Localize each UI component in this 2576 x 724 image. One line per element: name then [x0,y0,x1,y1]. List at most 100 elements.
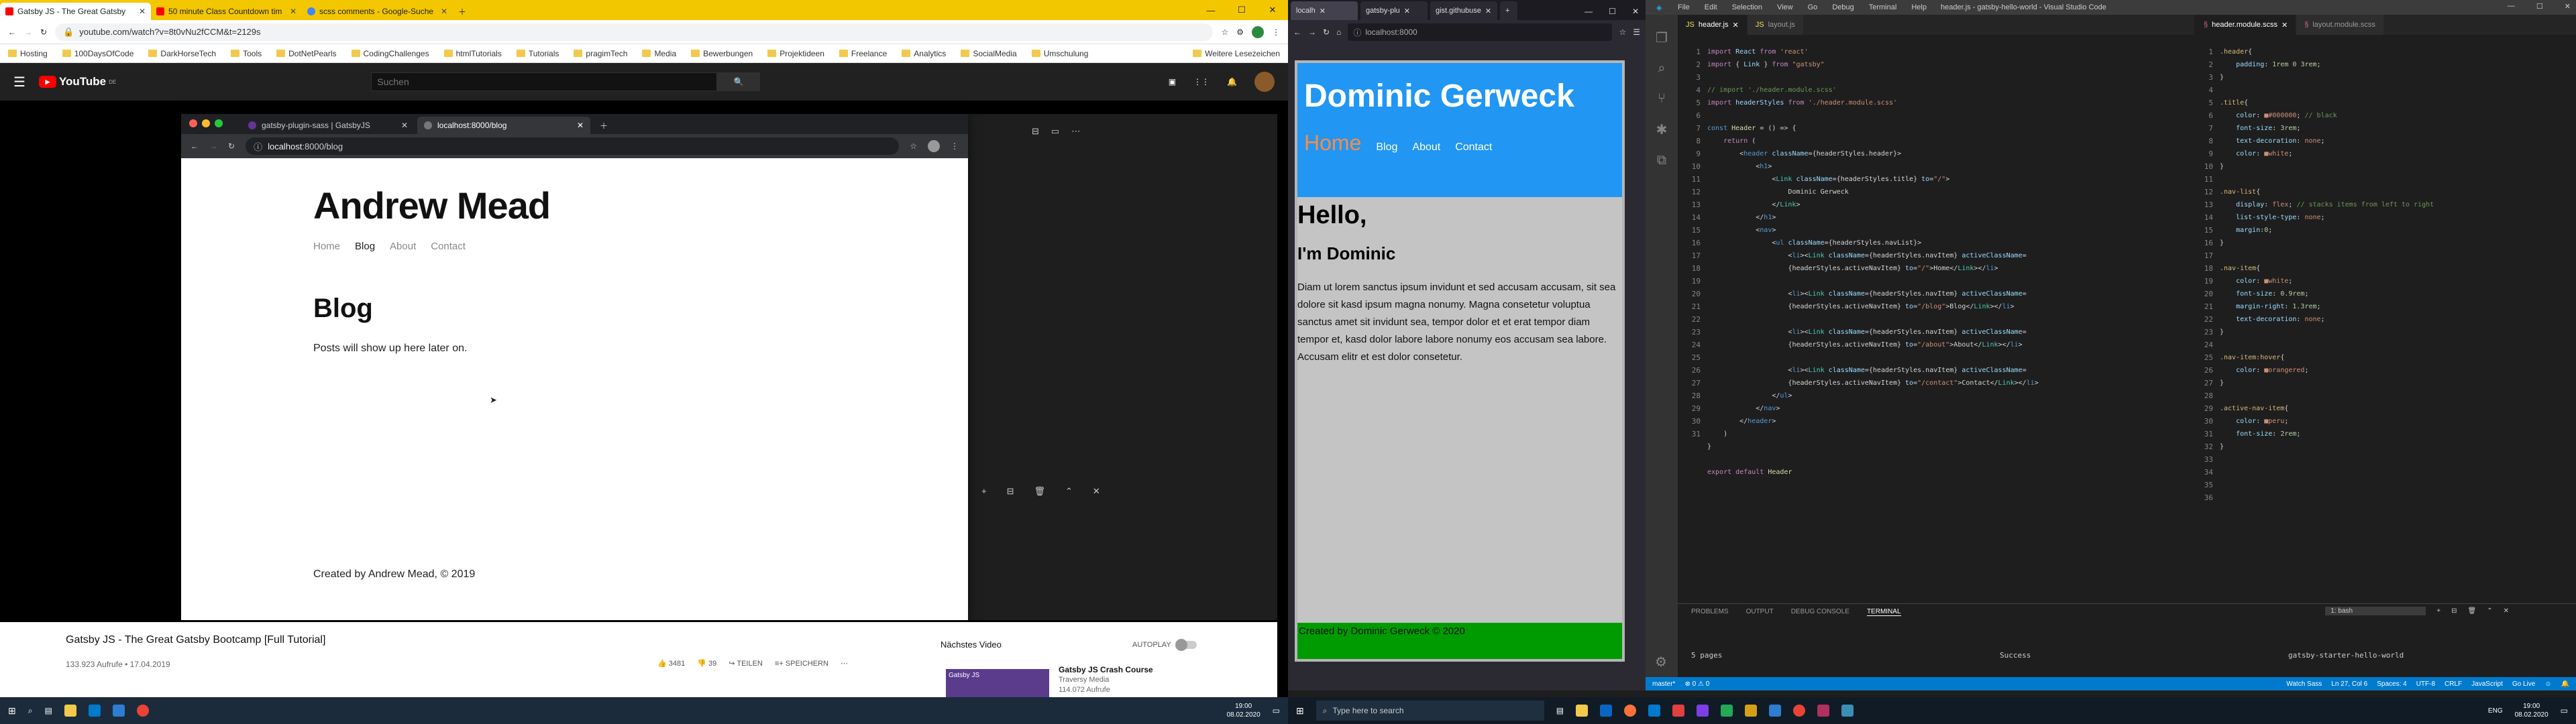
tab-layout-js[interactable]: JS layout.js [1747,15,1804,35]
app-icon[interactable] [1721,705,1733,717]
bookmark-item[interactable]: Projektideen [767,49,824,58]
windows-start-icon[interactable]: ⊞ [8,705,16,717]
terminal-select[interactable]: 1: bash [2325,607,2426,615]
bookmark-item[interactable]: htmlTutorials [443,49,502,58]
nav-contact[interactable]: Contact [1455,141,1492,154]
like-button[interactable]: 👍 3481 [657,659,685,668]
menu-kebab-icon[interactable]: ⋮ [951,141,959,151]
file-explorer-icon[interactable] [64,705,76,717]
minimize-dot-icon[interactable] [202,119,210,127]
close-dot-icon[interactable] [189,119,197,127]
bookmark-item[interactable]: DotNetPearls [276,49,337,58]
close-icon[interactable]: ✕ [2565,2,2571,11]
extensions-icon[interactable]: ⧉ [1646,153,1678,168]
explorer-icon[interactable]: ❐ [1646,29,1678,46]
tab-google[interactable]: scss comments - Google-Suche ✕ [302,3,453,20]
bookmark-item[interactable]: Umschulung [1031,49,1088,58]
app-icon[interactable] [1672,705,1685,717]
nav-home[interactable]: Home [1304,131,1361,156]
close-tab-icon[interactable]: ✕ [2282,21,2288,29]
debug-icon[interactable]: ✱ [1646,121,1678,138]
indentation[interactable]: Spaces: 4 [2377,680,2406,688]
app-icon[interactable] [1745,705,1758,717]
apps-icon[interactable]: ⋮⋮ [1193,77,1210,86]
problems-count[interactable]: ⊗ 0 ⚠ 0 [1684,680,1709,688]
close-tab-icon[interactable]: ✕ [441,7,447,16]
back-icon[interactable]: ← [191,141,199,151]
task-view-icon[interactable]: ▤ [1556,706,1564,715]
autoplay-toggle[interactable] [1175,639,1197,651]
menu-icon[interactable]: ☰ [1633,27,1640,37]
tab-header-js[interactable]: JS header.js ✕ [1678,15,1748,35]
dislike-button[interactable]: 👎 39 [697,659,716,668]
chrome-icon[interactable] [136,705,149,717]
youtube-logo[interactable]: ▶ YouTube DE [38,75,116,88]
address-bar[interactable]: ⓘ localhost:8000 [1348,23,1613,41]
site-title[interactable]: Dominic Gerweck [1304,78,1615,115]
nav-blog[interactable]: Blog [1376,141,1397,154]
star-icon[interactable]: ☆ [1221,27,1228,37]
back-icon[interactable]: ← [1293,27,1301,37]
bookmark-item[interactable]: Tutorials [516,49,559,58]
profile-avatar[interactable] [928,140,940,152]
more-icon[interactable]: ⋯ [1071,126,1080,137]
tab-header-scss[interactable]: § header.module.scss ✕ [2196,15,2297,35]
profile-avatar[interactable] [1252,25,1264,38]
bell-icon[interactable]: 🔔 [2561,680,2569,688]
search-icon[interactable]: ⌕ [1646,61,1678,76]
close-tab-icon[interactable]: ✕ [577,121,584,130]
tab-gatsby-plugin[interactable]: gatsby-plugin-sass | GatsbyJS ✕ [241,117,415,134]
maximize-icon[interactable]: ☐ [1609,7,1616,16]
tab-layout-scss[interactable]: § layout.module.scss [2296,15,2384,35]
minimize-icon[interactable]: — [1195,0,1226,20]
new-tab-button[interactable]: ＋ [593,117,613,134]
close-tab-icon[interactable]: ✕ [1485,7,1491,15]
share-button[interactable]: ↪ TEILEN [729,659,763,668]
taskbar-search[interactable]: ⌕ Type here to search [1316,701,1544,721]
notification-bell-icon[interactable]: 🔔 [1227,77,1237,86]
close-tab-icon[interactable]: ✕ [401,121,408,130]
vscode-icon[interactable] [88,705,101,717]
panel-tab-debug-console[interactable]: DEBUG CONSOLE [1791,608,1849,616]
menu-item-view[interactable]: View [1777,3,1793,11]
chrome-icon[interactable] [1793,705,1806,717]
chevron-up-icon[interactable]: ⌃ [1065,486,1073,497]
close-panel-icon[interactable]: ✕ [2504,607,2509,615]
nav-contact[interactable]: Contact [431,241,466,252]
panel-tab-problems[interactable]: PROBLEMS [1691,608,1729,616]
menu-kebab-icon[interactable]: ⋮ [1272,27,1280,37]
maximize-icon[interactable]: ☐ [1226,0,1257,20]
add-terminal-icon[interactable]: + [2436,607,2440,615]
search-icon[interactable]: 🔍 [717,72,761,91]
nav-home[interactable]: Home [313,241,340,252]
cursor-position[interactable]: Ln 27, Col 6 [2331,680,2367,688]
language-mode[interactable]: JavaScript [2471,680,2503,688]
menu-item-selection[interactable]: Selection [1732,3,1762,11]
save-button[interactable]: ≡+ SPEICHERN [775,660,828,668]
star-icon[interactable]: ☆ [1619,27,1626,37]
split-terminal-icon[interactable]: ⊟ [2451,607,2457,615]
star-icon[interactable]: ☆ [910,141,917,151]
new-tab-button[interactable]: ＋ [453,3,473,20]
split-icon[interactable]: ⊟ [1007,486,1014,497]
reload-icon[interactable]: ↻ [228,141,235,151]
close-tab-icon[interactable]: ✕ [1320,7,1326,15]
nav-about[interactable]: About [1412,141,1440,154]
close-tab-icon[interactable]: ✕ [139,7,146,16]
smiley-icon[interactable]: ☺ [2544,680,2551,688]
bookmark-item[interactable]: Media [642,49,676,58]
bookmark-item[interactable]: Hosting [8,49,48,58]
bookmark-item[interactable]: Analytics [902,49,946,58]
line-ending[interactable]: CRLF [2445,680,2462,688]
menu-item-help[interactable]: Help [1911,3,1927,11]
terminal-icon[interactable] [1769,705,1782,717]
trash-icon[interactable]: 🗑 [1034,486,1046,497]
scss-code-editor[interactable]: .header{ padding: 1rem 0 3rem; } .title{… [2220,46,2569,453]
bookmark-item[interactable]: Freelance [839,49,887,58]
back-icon[interactable]: ← [8,27,16,37]
trash-icon[interactable]: 🗑 [2468,607,2477,615]
new-tab-button[interactable]: + [1500,1,1517,20]
menu-item-debug[interactable]: Debug [1832,3,1854,11]
menu-item-go[interactable]: Go [1808,3,1818,11]
forward-icon[interactable]: → [1308,27,1316,37]
